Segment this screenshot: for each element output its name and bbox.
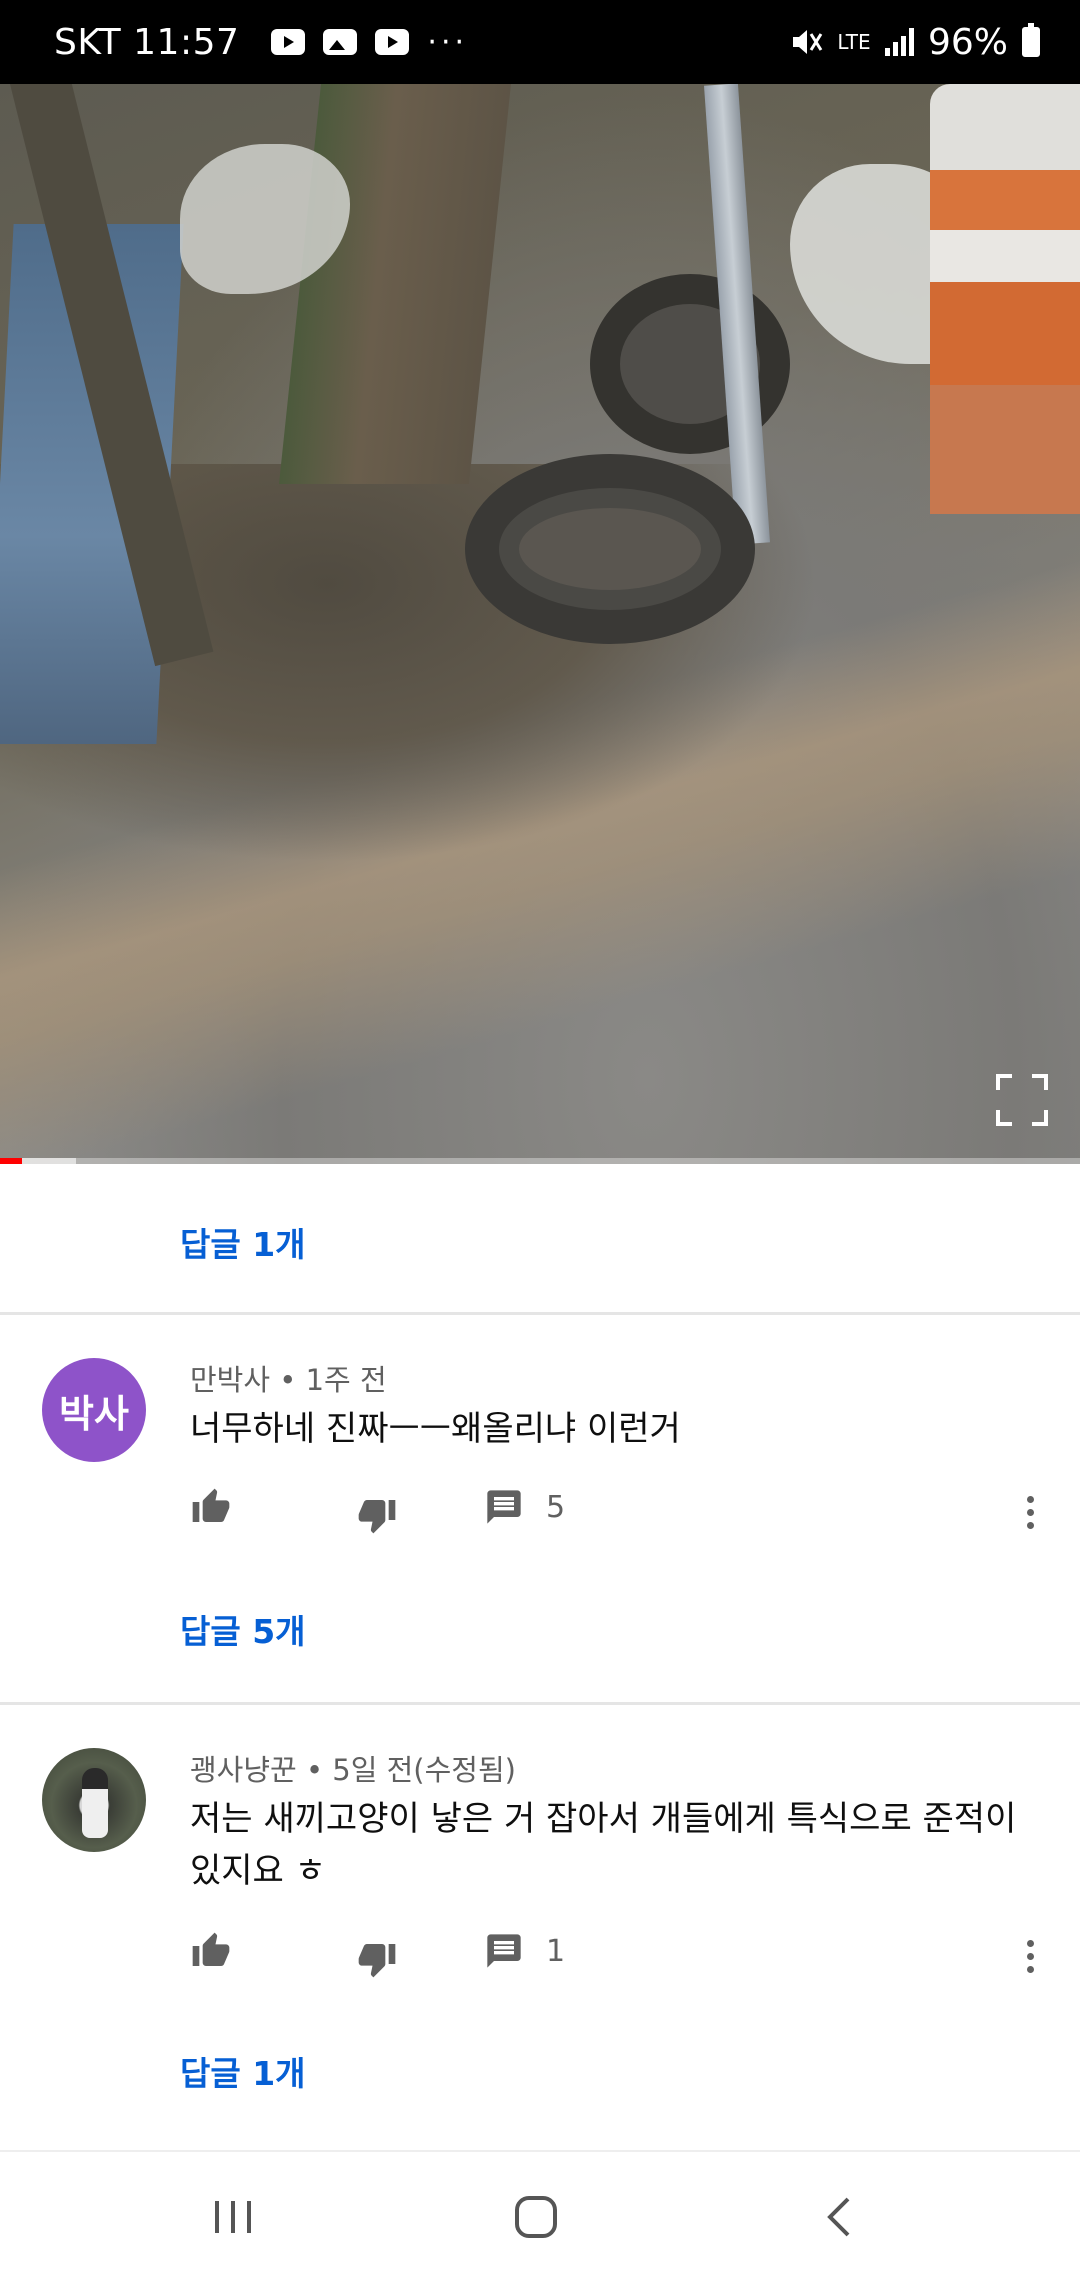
recent-apps-icon — [215, 2201, 251, 2233]
like-button[interactable] — [190, 1487, 232, 1527]
more-notifications-icon: ··· — [427, 24, 469, 60]
more-options-icon[interactable] — [1010, 1487, 1050, 1537]
comment-author[interactable]: 괭사냥꾼 — [190, 1753, 297, 1787]
progress-played — [0, 1158, 22, 1164]
battery-percent: 96% — [927, 21, 1008, 63]
reply-button[interactable]: 1 — [484, 1931, 565, 1971]
signal-icon — [884, 28, 914, 56]
comment-author[interactable]: 만박사 — [190, 1363, 270, 1397]
recent-apps-button[interactable] — [193, 2182, 273, 2252]
gallery-notification-icon — [323, 29, 358, 55]
comment-time: 1주 전 — [305, 1363, 387, 1397]
reply-button[interactable]: 5 — [484, 1487, 565, 1527]
comment-icon — [487, 1490, 521, 1524]
comment-actions: 5 — [190, 1487, 1050, 1537]
reply-count: 5 — [546, 1489, 566, 1525]
reply-count: 1 — [546, 1933, 566, 1969]
home-icon — [515, 2196, 557, 2238]
battery-icon — [1022, 23, 1040, 57]
home-button[interactable] — [496, 2182, 576, 2252]
comment-text: 너무하네 진짜ㅡㅡ왜올리냐 이런거 — [190, 1409, 681, 1449]
comment-text: 저는 새끼고양이 낳은 거 잡아서 개들에게 특식으로 준적이 있지요 ㅎ — [190, 1799, 1017, 1891]
meta-separator: • — [279, 1363, 297, 1397]
meta-separator: • — [305, 1753, 324, 1787]
video-progress-bar[interactable] — [0, 1158, 1080, 1164]
avatar[interactable] — [42, 1748, 146, 1852]
thumbs-down-icon — [358, 1944, 396, 1978]
view-replies-link[interactable]: 답글 1개 — [180, 2047, 306, 2095]
video-player[interactable] — [0, 84, 1080, 1164]
comment-actions: 1 — [190, 1931, 1050, 1981]
comment-icon — [487, 1934, 521, 1968]
more-options-icon[interactable] — [1010, 1931, 1050, 1981]
back-icon — [827, 2197, 850, 2237]
carrier-label: SKT — [54, 21, 122, 63]
comment-time: 5일 전(수정됨) — [332, 1753, 516, 1787]
comment-meta: 만박사 • 1주 전 — [190, 1357, 387, 1399]
dislike-button[interactable] — [356, 1939, 398, 1979]
dislike-button[interactable] — [356, 1495, 398, 1535]
network-type-label: LTE — [837, 30, 871, 54]
thumbs-down-icon — [358, 1500, 396, 1534]
system-navigation-bar — [0, 2150, 1080, 2280]
like-button[interactable] — [190, 1931, 232, 1971]
youtube-notification-icon — [375, 29, 410, 55]
back-button[interactable] — [800, 2182, 880, 2252]
comment-meta: 괭사냥꾼 • 5일 전(수정됨) — [190, 1747, 516, 1789]
clock: 11:57 — [133, 21, 240, 63]
youtube-notification-icon — [271, 29, 306, 55]
mute-icon — [792, 30, 823, 54]
view-replies-link[interactable]: 답글 1개 — [180, 1218, 306, 1266]
fullscreen-icon[interactable] — [994, 1072, 1050, 1128]
comment-item: 괭사냥꾼 • 5일 전(수정됨) 저는 새끼고양이 낳은 거 잡아서 개들에게 … — [0, 1705, 1080, 2145]
avatar-initials: 박사 — [59, 1391, 129, 1436]
comment-item: 박사 만박사 • 1주 전 너무하네 진짜ㅡㅡ왜올리냐 이런거 5 답글 5개 — [0, 1315, 1080, 1705]
thumbs-up-icon — [192, 1932, 230, 1966]
status-bar: SKT 11:57 ··· LTE 96% — [0, 0, 1080, 84]
avatar[interactable]: 박사 — [42, 1358, 146, 1462]
thumbs-up-icon — [192, 1488, 230, 1522]
view-replies-link[interactable]: 답글 5개 — [180, 1605, 306, 1653]
